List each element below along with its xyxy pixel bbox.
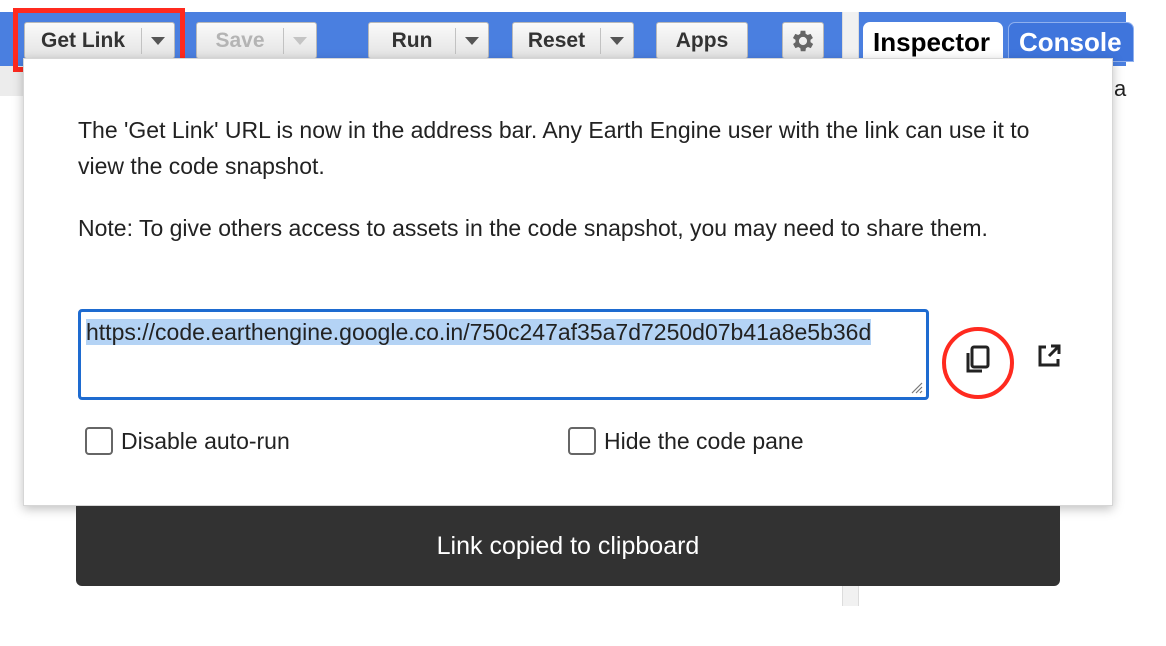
gear-icon bbox=[792, 30, 814, 51]
save-label: Save bbox=[215, 28, 265, 52]
chevron-down-icon bbox=[293, 36, 307, 45]
disable-autorun-checkbox[interactable] bbox=[85, 427, 113, 455]
reset-dropdown[interactable] bbox=[601, 36, 633, 45]
settings-button[interactable] bbox=[782, 22, 824, 59]
run-dropdown[interactable] bbox=[456, 36, 488, 45]
save-dropdown[interactable] bbox=[284, 36, 316, 45]
snackbar: Link copied to clipboard bbox=[76, 506, 1060, 586]
dialog-message: The 'Get Link' URL is now in the address… bbox=[78, 117, 1030, 179]
tab-console[interactable]: Console bbox=[1008, 22, 1134, 62]
reset-label: Reset bbox=[527, 28, 586, 52]
save-button[interactable]: Save bbox=[196, 22, 317, 59]
get-link-dialog: The 'Get Link' URL is now in the address… bbox=[23, 58, 1113, 506]
url-text: https://code.earthengine.google.co.in/75… bbox=[86, 319, 872, 345]
right-panel-text-fragment: a bbox=[1114, 76, 1127, 101]
copy-link-button[interactable] bbox=[942, 327, 1014, 399]
open-in-new-icon[interactable] bbox=[1034, 341, 1064, 371]
copy-button-highlight bbox=[942, 327, 1014, 399]
reset-button[interactable]: Reset bbox=[512, 22, 634, 59]
right-edge-strip bbox=[1126, 0, 1166, 646]
hide-code-pane-label: Hide the code pane bbox=[604, 428, 804, 454]
apps-label: Apps bbox=[675, 28, 729, 52]
hide-code-pane-checkbox[interactable] bbox=[568, 427, 596, 455]
dialog-note: Note: To give others access to assets in… bbox=[78, 215, 988, 241]
run-label: Run bbox=[391, 28, 433, 52]
run-button[interactable]: Run bbox=[368, 22, 489, 59]
url-textarea[interactable]: https://code.earthengine.google.co.in/75… bbox=[78, 309, 929, 400]
apps-button[interactable]: Apps bbox=[656, 22, 748, 59]
chevron-down-icon bbox=[465, 36, 479, 45]
tab-inspector[interactable]: Inspector bbox=[863, 22, 1003, 62]
resize-grip-icon[interactable] bbox=[909, 380, 923, 394]
chevron-down-icon bbox=[610, 36, 624, 45]
disable-autorun-label: Disable auto-run bbox=[121, 428, 290, 454]
snackbar-text: Link copied to clipboard bbox=[436, 531, 700, 560]
